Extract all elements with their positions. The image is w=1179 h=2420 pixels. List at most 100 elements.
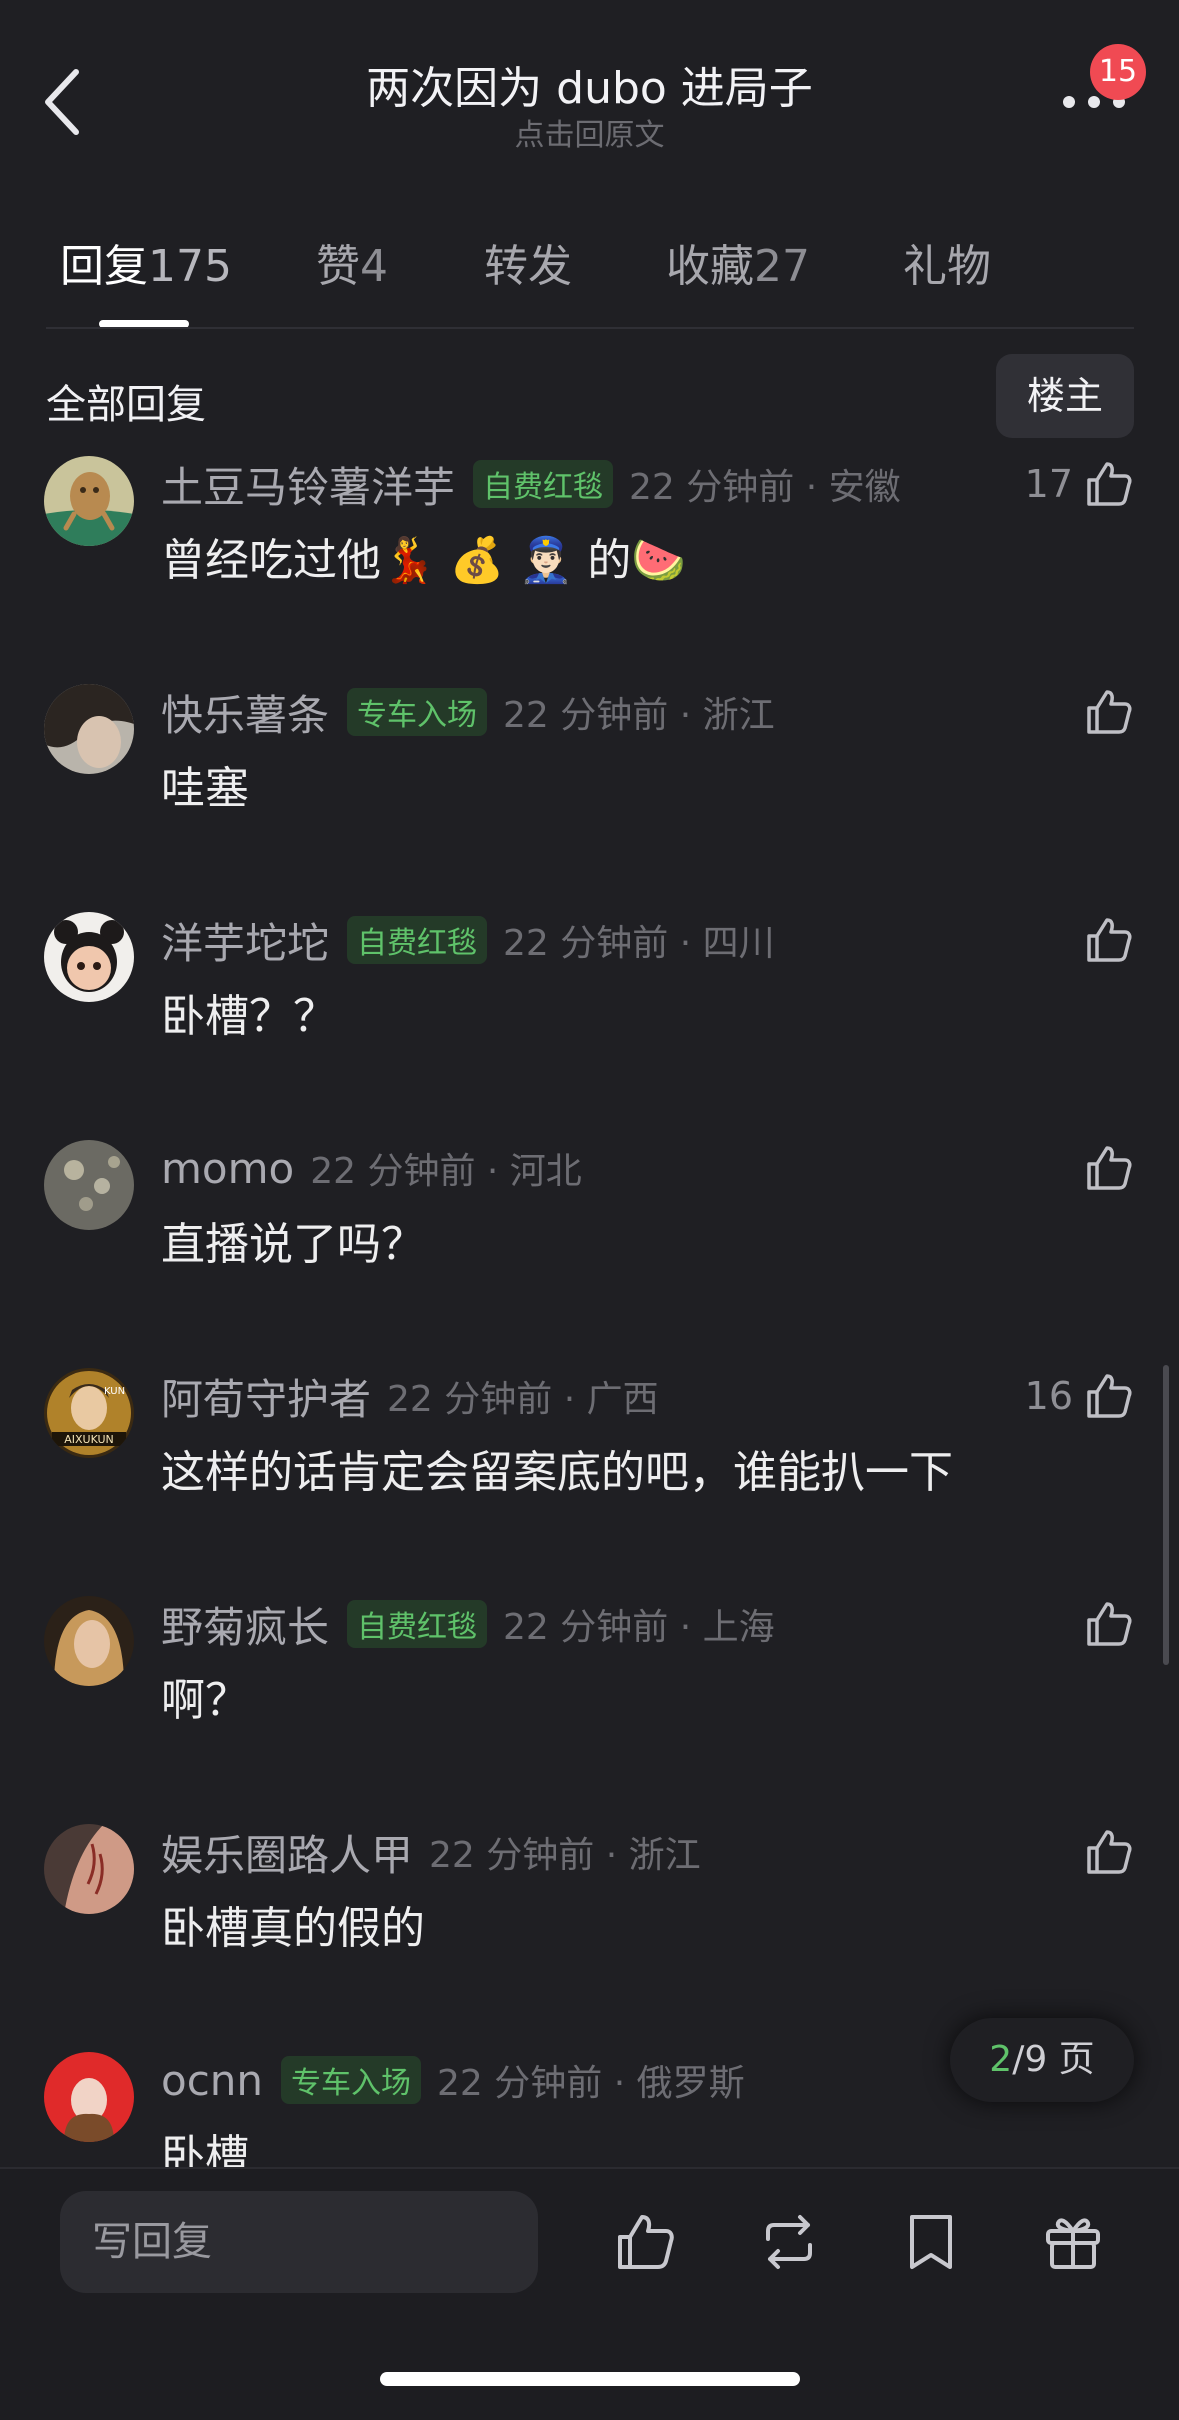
comment-item: KUN AIXUKUN 阿荀守护者 22 分钟前 · 广西 这样的话肯定会留案底… bbox=[0, 1364, 1179, 1592]
like-button[interactable] bbox=[1083, 1596, 1135, 1652]
comment-text: 啊？ bbox=[161, 1675, 249, 1726]
tab-label: 礼物 bbox=[903, 241, 991, 292]
avatar[interactable] bbox=[44, 684, 134, 774]
total-pages: /9 页 bbox=[1012, 2039, 1095, 2080]
header: 两次因为 dubo 进局子 点击回原文 15 bbox=[0, 0, 1179, 170]
like-button[interactable]: 16 bbox=[1025, 1368, 1135, 1424]
user-tag: 自费红毯 bbox=[473, 460, 614, 508]
bookmark-icon[interactable] bbox=[898, 2209, 964, 2275]
avatar[interactable]: KUN AIXUKUN bbox=[44, 1368, 134, 1458]
home-indicator[interactable] bbox=[380, 2372, 800, 2386]
timestamp-location: 22 分钟前 · 俄罗斯 bbox=[437, 2063, 745, 2104]
username[interactable]: 快乐薯条 bbox=[161, 682, 329, 743]
reply-input[interactable]: 写回复 bbox=[60, 2191, 538, 2293]
cartoon-avatar-image bbox=[44, 912, 134, 1002]
avatar[interactable] bbox=[44, 456, 134, 546]
aixukun-avatar-image: KUN AIXUKUN bbox=[44, 1368, 134, 1458]
comment-item: 野菊疯长 自费红毯 22 分钟前 · 上海 啊？ bbox=[0, 1592, 1179, 1820]
timestamp-location: 22 分钟前 · 广西 bbox=[387, 1379, 659, 1420]
like-count: 17 bbox=[1024, 462, 1073, 506]
page-indicator[interactable]: 2/9 页 bbox=[950, 2018, 1134, 2102]
owner-only-button[interactable]: 楼主 bbox=[996, 354, 1134, 438]
user-tag: 自费红毯 bbox=[347, 1600, 488, 1648]
scrollbar[interactable] bbox=[1163, 1365, 1169, 1665]
user-tag: 专车入场 bbox=[281, 2056, 422, 2104]
comment-meta: 快乐薯条 专车入场 22 分钟前 · 浙江 bbox=[161, 684, 775, 740]
tab-reposts[interactable]: 转发 bbox=[484, 230, 572, 294]
timestamp-location: 22 分钟前 · 上海 bbox=[503, 1607, 775, 1648]
timestamp-location: 22 分钟前 · 浙江 bbox=[503, 695, 775, 736]
comment-item: 快乐薯条 专车入场 22 分钟前 · 浙江 哇塞 bbox=[0, 680, 1179, 908]
like-button[interactable] bbox=[1083, 684, 1135, 740]
tab-label: 赞 bbox=[316, 241, 360, 292]
comment-text: 哇塞 bbox=[161, 763, 249, 814]
red-hair-avatar-image bbox=[44, 2052, 134, 2142]
gift-icon[interactable] bbox=[1040, 2209, 1106, 2275]
avatar[interactable] bbox=[44, 1824, 134, 1914]
thumbs-up-icon[interactable] bbox=[612, 2209, 678, 2275]
user-tag: 专车入场 bbox=[347, 688, 488, 736]
username[interactable]: momo bbox=[161, 1144, 294, 1193]
comment-text: 这样的话肯定会留案底的吧，谁能扒一下 bbox=[161, 1447, 953, 1498]
thumbs-up-icon bbox=[1087, 1602, 1132, 1646]
tab-gifts[interactable]: 礼物 bbox=[903, 230, 991, 294]
section-title: 全部回复 bbox=[46, 382, 206, 428]
username[interactable]: ocnn bbox=[161, 2056, 263, 2105]
timestamp-location: 22 分钟前 · 四川 bbox=[503, 923, 775, 964]
section-bar: 全部回复 楼主 bbox=[0, 352, 1179, 442]
comment-item: 洋芋坨坨 自费红毯 22 分钟前 · 四川 卧槽？？ bbox=[0, 908, 1179, 1136]
timestamp-location: 22 分钟前 · 安徽 bbox=[629, 467, 901, 508]
comment-meta: 娱乐圈路人甲 22 分钟前 · 浙江 bbox=[161, 1824, 701, 1880]
avatar[interactable] bbox=[44, 1596, 134, 1686]
comment-list[interactable]: 土豆马铃薯洋芋 自费红毯 22 分钟前 · 安徽 曾经吃过他💃 💰 👮🏻‍♂️ … bbox=[0, 452, 1179, 2167]
comment-meta: 土豆马铃薯洋芋 自费红毯 22 分钟前 · 安徽 bbox=[161, 456, 901, 512]
comment-meta: 阿荀守护者 22 分钟前 · 广西 bbox=[161, 1368, 659, 1424]
portrait-avatar-image bbox=[44, 1596, 134, 1686]
avatar[interactable] bbox=[44, 2052, 134, 2142]
comment-meta: 洋芋坨坨 自费红毯 22 分钟前 · 四川 bbox=[161, 912, 775, 968]
tab-label: 回复 bbox=[60, 241, 148, 292]
username[interactable]: 阿荀守护者 bbox=[161, 1366, 371, 1427]
avatar[interactable] bbox=[44, 1140, 134, 1230]
username[interactable]: 娱乐圈路人甲 bbox=[161, 1822, 413, 1883]
comment-text: 曾经吃过他💃 💰 👮🏻‍♂️ 的🍉 bbox=[161, 535, 687, 586]
like-button[interactable] bbox=[1083, 912, 1135, 968]
divider bbox=[46, 327, 1134, 329]
tab-replies[interactable]: 回复175 bbox=[60, 230, 232, 294]
comment-item: 娱乐圈路人甲 22 分钟前 · 浙江 卧槽真的假的 bbox=[0, 1820, 1179, 2048]
avatar-text: AIXUKUN bbox=[64, 1433, 114, 1446]
username[interactable]: 土豆马铃薯洋芋 bbox=[161, 454, 455, 515]
like-button[interactable] bbox=[1083, 1824, 1135, 1880]
comment-text: 卧槽 bbox=[161, 2131, 249, 2167]
photo-avatar-image bbox=[44, 684, 134, 774]
like-button[interactable]: 17 bbox=[1025, 456, 1135, 512]
tab-label: 收藏 bbox=[666, 241, 754, 292]
potato-avatar-image bbox=[44, 456, 134, 546]
timestamp-location: 22 分钟前 · 浙江 bbox=[429, 1835, 701, 1876]
avatar[interactable] bbox=[44, 912, 134, 1002]
like-button[interactable] bbox=[1083, 1140, 1135, 1196]
repost-icon[interactable] bbox=[756, 2209, 822, 2275]
comment-item: momo 22 分钟前 · 河北 直播说了吗？ bbox=[0, 1136, 1179, 1364]
avatar-text: KUN bbox=[104, 1386, 125, 1397]
tab-favorites[interactable]: 收藏27 bbox=[666, 230, 810, 294]
username[interactable]: 野菊疯长 bbox=[161, 1594, 329, 1655]
comment-text: 直播说了吗？ bbox=[161, 1219, 425, 1270]
tab-label: 转发 bbox=[484, 241, 572, 292]
tab-bar: 回复175 赞4 转发 收藏27 礼物 bbox=[60, 230, 1140, 310]
username[interactable]: 洋芋坨坨 bbox=[161, 910, 329, 971]
tab-likes[interactable]: 赞4 bbox=[316, 230, 388, 294]
notification-badge: 15 bbox=[1090, 44, 1146, 100]
comment-item: 土豆马铃薯洋芋 自费红毯 22 分钟前 · 安徽 曾经吃过他💃 💰 👮🏻‍♂️ … bbox=[0, 452, 1179, 680]
comment-text: 卧槽真的假的 bbox=[161, 1903, 425, 1954]
timestamp-location: 22 分钟前 · 河北 bbox=[310, 1151, 582, 1192]
back-to-original-link[interactable]: 点击回原文 bbox=[0, 110, 1179, 154]
comment-text: 卧槽？？ bbox=[161, 991, 337, 1042]
thumbs-up-icon bbox=[1087, 1146, 1132, 1190]
user-tag: 自费红毯 bbox=[347, 916, 488, 964]
thumbs-up-icon bbox=[1087, 690, 1132, 734]
like-count: 16 bbox=[1024, 1374, 1073, 1418]
thumbs-up-icon bbox=[1087, 462, 1132, 506]
page-title[interactable]: 两次因为 dubo 进局子 bbox=[0, 52, 1179, 116]
thumbs-up-icon bbox=[1087, 918, 1132, 962]
